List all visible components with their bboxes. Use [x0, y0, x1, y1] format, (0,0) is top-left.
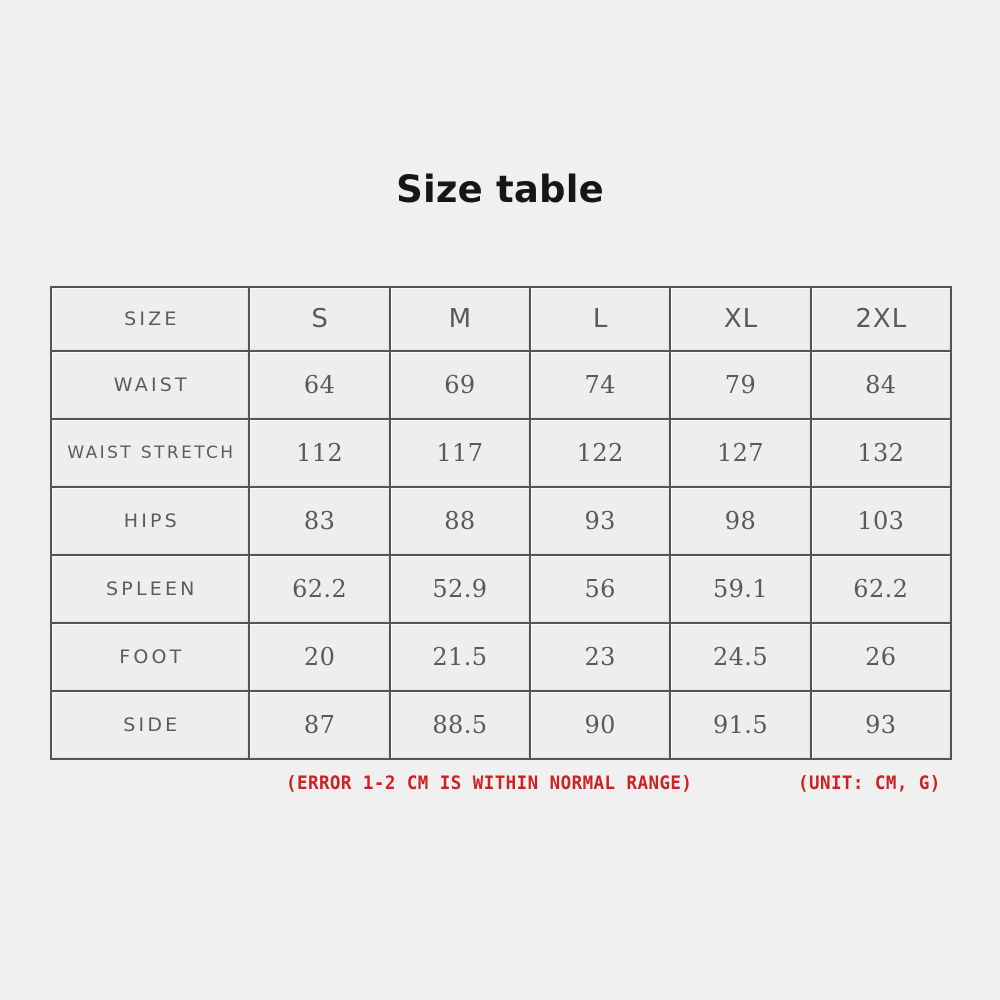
cell-hips-s: 83	[250, 488, 391, 556]
cell-foot-l: 23	[531, 624, 672, 692]
cell-spleen-2xl: 62.2	[811, 556, 952, 624]
cell-waist-m: 69	[390, 352, 532, 420]
cell-foot-2xl: 26	[811, 624, 952, 692]
cell-waist-2xl: 84	[811, 352, 952, 420]
cell-spleen-l: 56	[531, 556, 672, 624]
cell-waist-stretch-m: 117	[390, 420, 532, 488]
row-label-foot: FOOT	[50, 624, 251, 692]
page-title: Size table	[396, 168, 604, 211]
header-cell-l: L	[531, 286, 672, 352]
cell-side-xl: 91.5	[671, 692, 812, 760]
cell-spleen-m: 52.9	[390, 556, 532, 624]
cell-hips-m: 88	[390, 488, 532, 556]
cell-side-l: 90	[531, 692, 672, 760]
cell-side-m: 88.5	[390, 692, 532, 760]
cell-waist-stretch-xl: 127	[671, 420, 812, 488]
header-cell-m: M	[390, 286, 532, 352]
table-row: HIPS 83 88 93 98 103	[50, 488, 952, 556]
cell-waist-stretch-s: 112	[250, 420, 391, 488]
header-cell-2xl: 2XL	[811, 286, 952, 352]
row-label-side: SIDE	[50, 692, 251, 760]
cell-waist-stretch-2xl: 132	[811, 420, 952, 488]
cell-foot-s: 20	[250, 624, 391, 692]
size-table: SIZE S M L XL 2XL WAIST 64 69 74 79 84 W…	[50, 286, 952, 760]
cell-side-2xl: 93	[811, 692, 952, 760]
size-chart-page: Size table SIZE S M L XL 2XL WAIST 64 69	[0, 0, 1000, 1000]
row-label-waist-stretch: WAIST STRETCH	[50, 420, 251, 488]
cell-spleen-xl: 59.1	[671, 556, 812, 624]
cell-spleen-s: 62.2	[250, 556, 391, 624]
cell-waist-l: 74	[531, 352, 672, 420]
table-row: SIDE 87 88.5 90 91.5 93	[50, 692, 952, 760]
header-cell-s: S	[250, 286, 391, 352]
table-header-row: SIZE S M L XL 2XL	[50, 286, 952, 352]
cell-waist-xl: 79	[671, 352, 812, 420]
cell-foot-m: 21.5	[390, 624, 532, 692]
table-row: WAIST STRETCH 112 117 122 127 132	[50, 420, 952, 488]
table-row: FOOT 20 21.5 23 24.5 26	[50, 624, 952, 692]
footnotes: (ERROR 1-2 CM IS WITHIN NORMAL RANGE) (U…	[50, 772, 970, 804]
cell-hips-2xl: 103	[811, 488, 952, 556]
row-label-hips: HIPS	[50, 488, 251, 556]
cell-hips-xl: 98	[671, 488, 812, 556]
cell-hips-l: 93	[531, 488, 672, 556]
cell-waist-stretch-l: 122	[531, 420, 672, 488]
unit-note: (UNIT: CM, G)	[798, 772, 941, 794]
row-label-waist: WAIST	[50, 352, 251, 420]
table-row: WAIST 64 69 74 79 84	[50, 352, 952, 420]
header-cell-xl: XL	[671, 286, 812, 352]
table-row: SPLEEN 62.2 52.9 56 59.1 62.2	[50, 556, 952, 624]
header-cell-size: SIZE	[50, 286, 251, 352]
cell-waist-s: 64	[250, 352, 391, 420]
cell-side-s: 87	[250, 692, 391, 760]
cell-foot-xl: 24.5	[671, 624, 812, 692]
row-label-spleen: SPLEEN	[50, 556, 251, 624]
error-range-note: (ERROR 1-2 CM IS WITHIN NORMAL RANGE)	[286, 772, 693, 794]
